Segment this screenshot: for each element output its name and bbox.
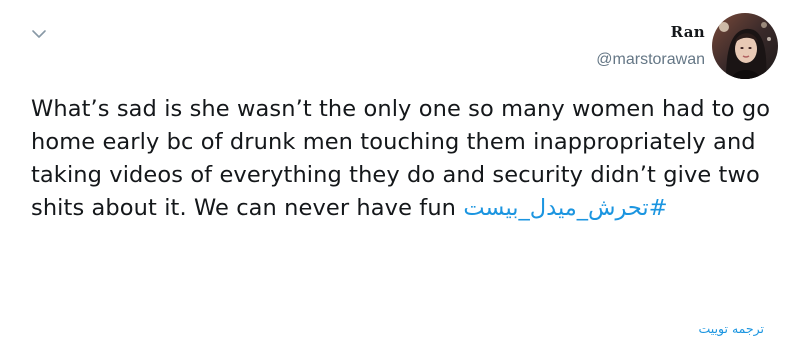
author-display-name[interactable]: Ran [596, 22, 705, 42]
translate-tweet-link[interactable]: ترجمه توییت [699, 321, 764, 336]
tweet-text: What’s sad is she wasn’t the only one so… [31, 93, 776, 225]
author-handle[interactable]: @marstorawan [596, 49, 705, 71]
chevron-down-icon[interactable] [31, 26, 47, 40]
avatar[interactable] [712, 13, 778, 79]
tweet-card: Ran @marstorawan What’s sad is she wasn’… [0, 0, 800, 353]
tweet-author-info: Ran @marstorawan [596, 22, 705, 71]
hashtag-link[interactable]: #تحرش_میدل_بیست [463, 195, 667, 221]
